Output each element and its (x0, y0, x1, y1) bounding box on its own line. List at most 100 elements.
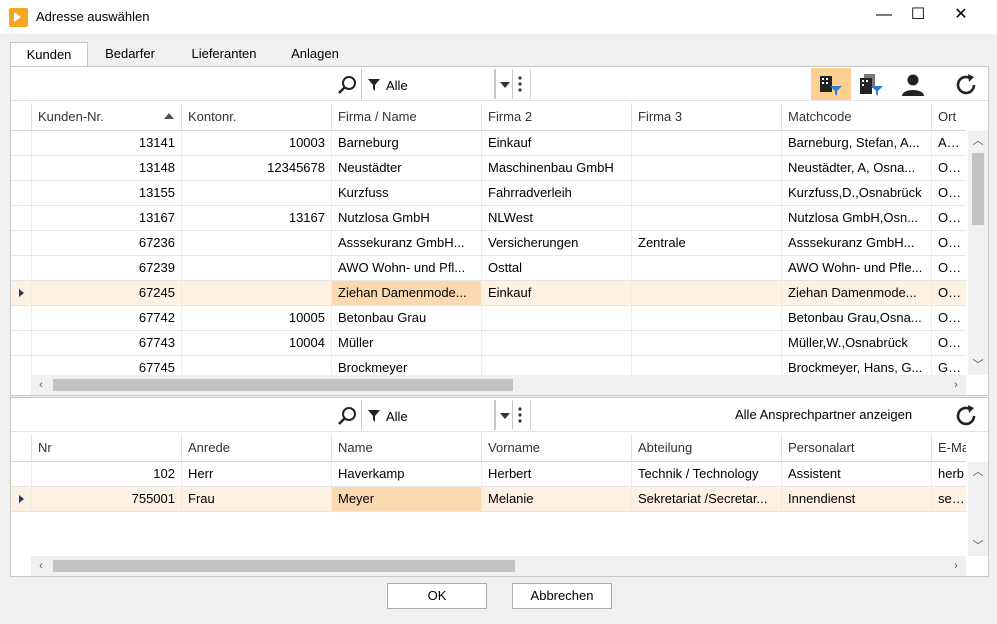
table-cell[interactable]: 67743 (31, 331, 181, 355)
scroll-left-icon[interactable]: ‹ (33, 558, 49, 574)
table-cell[interactable]: Asssekuranz GmbH... (331, 231, 481, 255)
row-indicator[interactable] (11, 181, 31, 205)
table-cell[interactable]: 67742 (31, 306, 181, 330)
table-cell[interactable]: AWO Wohn- und Pfl... (331, 256, 481, 280)
table-cell[interactable]: Geor (931, 356, 966, 375)
table-cell[interactable]: Ziehan Damenmode... (781, 281, 931, 305)
table-cell[interactable] (181, 356, 331, 375)
table-cell[interactable]: Aach (931, 131, 966, 155)
table-cell[interactable]: Osttal (481, 256, 631, 280)
row-indicator[interactable] (11, 156, 31, 180)
ok-button[interactable]: OK (387, 583, 487, 609)
table-cell[interactable]: Betonbau Grau (331, 306, 481, 330)
scroll-up-icon[interactable]: ︿ (970, 133, 986, 149)
table-cell[interactable]: 755001 (31, 487, 181, 511)
table-cell[interactable]: Brockmeyer, Hans, G... (781, 356, 931, 375)
tab-bedarfer[interactable]: Bedarfer (94, 42, 166, 67)
customers-horizontal-scrollbar[interactable]: ‹ › (31, 375, 966, 395)
table-cell[interactable] (631, 206, 781, 230)
table-cell[interactable]: Müller (331, 331, 481, 355)
contacts-vertical-scrollbar[interactable]: ︿ ﹀ (968, 462, 988, 556)
table-cell[interactable]: Kurzfuss,D.,Osnabrück (781, 181, 931, 205)
table-cell[interactable]: Kurzfuss (331, 181, 481, 205)
table-cell[interactable]: Ziehan Damenmode... (331, 281, 481, 305)
scroll-left-icon[interactable]: ‹ (33, 377, 49, 393)
search-icon[interactable] (336, 406, 358, 429)
table-cell[interactable] (631, 156, 781, 180)
table-cell[interactable]: Einkauf (481, 281, 631, 305)
table-cell[interactable]: 13155 (31, 181, 181, 205)
table-row[interactable]: 67743 10004 Müller Müller,W.,Osnabrück Osna (11, 331, 966, 356)
table-cell[interactable] (631, 306, 781, 330)
row-indicator[interactable] (11, 306, 31, 330)
row-indicator[interactable] (11, 206, 31, 230)
table-cell[interactable] (631, 131, 781, 155)
table-cell[interactable]: 13167 (181, 206, 331, 230)
scroll-down-icon[interactable]: ﹀ (970, 357, 986, 373)
table-cell[interactable] (181, 181, 331, 205)
table-cell[interactable]: Neustädter (331, 156, 481, 180)
table-cell[interactable]: herb (931, 462, 966, 486)
table-row[interactable]: 13141 10003 Barneburg Einkauf Barneburg, Ste… (11, 131, 966, 156)
table-cell[interactable] (631, 356, 781, 375)
customers-vertical-scrollbar[interactable]: ︿ ﹀ (968, 131, 988, 375)
column-header-abteilung[interactable]: Abteilung (631, 434, 781, 462)
column-header-email[interactable]: E-Ma (931, 434, 966, 462)
close-button[interactable]: ✕ (949, 4, 973, 28)
table-cell[interactable]: Technik / Technology (631, 462, 781, 486)
search-icon[interactable] (336, 75, 358, 98)
table-cell[interactable]: Innendienst (781, 487, 931, 511)
maximize-button[interactable]: ☐ (906, 4, 930, 28)
table-cell[interactable]: Einkauf (481, 131, 631, 155)
table-row[interactable]: 755001 Frau Meyer Melanie Sekretariat /Secre… (11, 487, 966, 512)
table-cell[interactable]: Osna (931, 181, 966, 205)
contacts-horizontal-scrollbar[interactable]: ‹ › (31, 556, 966, 576)
table-cell[interactable]: 13141 (31, 131, 181, 155)
row-indicator[interactable] (11, 231, 31, 255)
table-cell[interactable] (631, 181, 781, 205)
table-cell[interactable]: Versicherungen (481, 231, 631, 255)
refresh-icon[interactable] (954, 73, 978, 100)
table-row[interactable]: 13155 Kurzfuss Fahrradverleih Kurzfuss,D.,O… (11, 181, 966, 206)
table-cell[interactable]: Zentrale (631, 231, 781, 255)
tab-kunden[interactable]: Kunden (10, 42, 88, 67)
scroll-right-icon[interactable]: › (948, 558, 964, 574)
column-header-anrede[interactable]: Anrede (181, 434, 331, 462)
customer-filter-select[interactable]: Alle (361, 69, 495, 99)
scroll-up-icon[interactable]: ︿ (970, 464, 986, 480)
table-row[interactable]: 67236 Asssekuranz GmbH... Versicherungen Ze… (11, 231, 966, 256)
table-cell[interactable]: Frau (181, 487, 331, 511)
row-indicator[interactable] (11, 356, 31, 375)
table-cell[interactable] (481, 331, 631, 355)
refresh-icon[interactable] (954, 404, 978, 431)
table-cell[interactable]: 102 (31, 462, 181, 486)
company-filter-toggle[interactable] (811, 68, 851, 100)
person-icon[interactable] (901, 73, 925, 100)
table-row[interactable]: 67742 10005 Betonbau Grau Betonbau Grau,Osn… (11, 306, 966, 331)
row-indicator[interactable] (11, 256, 31, 280)
table-cell[interactable]: 10003 (181, 131, 331, 155)
row-indicator[interactable] (11, 281, 31, 305)
row-indicator[interactable] (11, 487, 31, 511)
table-cell[interactable]: Asssekuranz GmbH... (781, 231, 931, 255)
table-cell[interactable]: Assistent (781, 462, 931, 486)
column-header-matchcode[interactable]: Matchcode (781, 103, 931, 131)
table-cell[interactable]: Herr (181, 462, 331, 486)
column-header-personalart[interactable]: Personalart (781, 434, 931, 462)
table-cell[interactable]: Nutzlosa GmbH,Osn... (781, 206, 931, 230)
table-cell[interactable]: 10005 (181, 306, 331, 330)
table-cell[interactable]: 12345678 (181, 156, 331, 180)
table-cell[interactable] (181, 231, 331, 255)
table-cell[interactable]: 67245 (31, 281, 181, 305)
table-cell[interactable]: Nutzlosa GmbH (331, 206, 481, 230)
table-cell[interactable] (481, 356, 631, 375)
more-options-icon[interactable] (518, 76, 522, 92)
customers-vertical-scroll-thumb[interactable] (972, 153, 984, 225)
table-row[interactable]: 67745 Brockmeyer Brockmeyer, Hans, G... Geo… (11, 356, 966, 375)
table-cell[interactable]: 13167 (31, 206, 181, 230)
column-header-firma-name[interactable]: Firma / Name (331, 103, 481, 131)
table-cell[interactable]: Osna (931, 206, 966, 230)
customer-filter-dropdown[interactable] (495, 69, 513, 99)
table-row[interactable]: 13148 12345678 Neustädter Maschinenbau GmbH… (11, 156, 966, 181)
column-header-nr[interactable]: Nr (31, 434, 181, 462)
